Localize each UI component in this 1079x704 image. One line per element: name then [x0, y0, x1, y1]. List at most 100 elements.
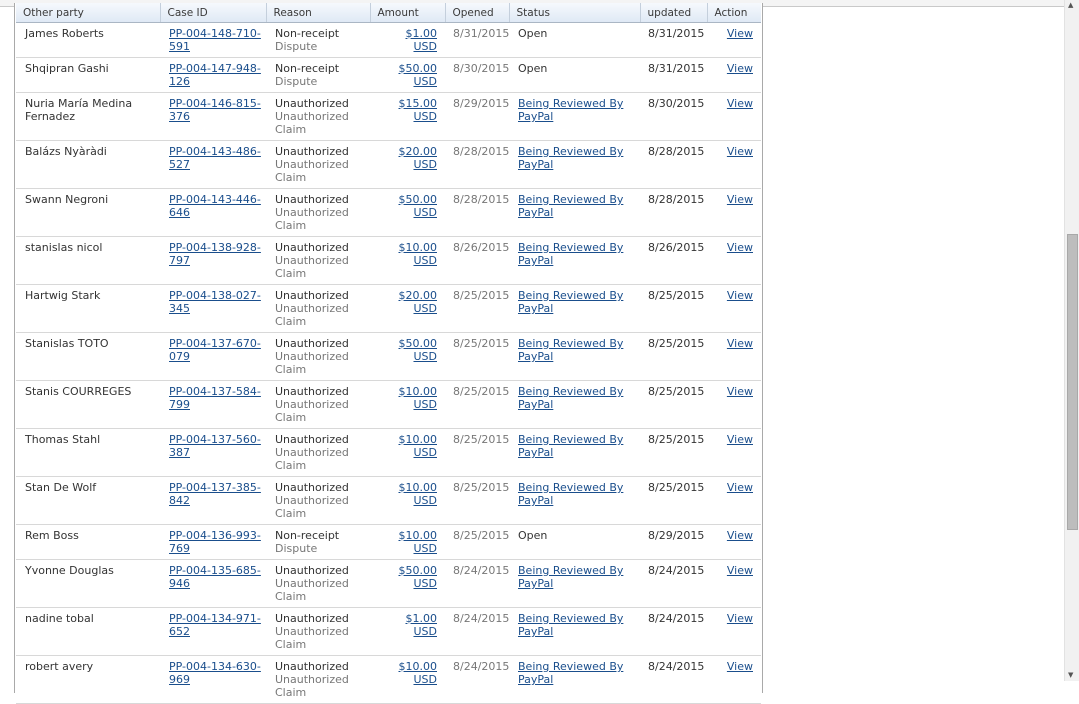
- amount-link[interactable]: $1.00 USD: [406, 27, 438, 53]
- amount-link[interactable]: $50.00 USD: [399, 193, 438, 219]
- reason-cell: Unauthorized Unauthorized Claim: [266, 188, 370, 237]
- case-id-link[interactable]: PP-004-136-993-769: [169, 529, 261, 555]
- column-header-case-id[interactable]: Case ID: [160, 3, 267, 23]
- other-party-cell: Swann Negroni: [16, 188, 160, 237]
- case-id-link[interactable]: PP-004-137-584-799: [169, 385, 261, 411]
- case-id-link[interactable]: PP-004-137-385-842: [169, 481, 261, 507]
- opened-date: 8/29/2015: [453, 97, 510, 110]
- other-party-cell: Balázs Nyàràdi: [16, 140, 160, 189]
- case-id-link[interactable]: PP-004-137-560-387: [169, 433, 261, 459]
- status-cell: Being Reviewed By PayPal: [509, 188, 640, 237]
- opened-date: 8/28/2015: [453, 145, 510, 158]
- action-cell: View: [707, 524, 761, 560]
- status-link[interactable]: Being Reviewed By PayPal: [518, 97, 623, 123]
- other-party-name: Thomas Stahl: [25, 433, 101, 446]
- amount-link[interactable]: $1.00 USD: [406, 612, 438, 638]
- column-header-updated[interactable]: updated: [640, 3, 708, 23]
- status-link[interactable]: Being Reviewed By PayPal: [518, 564, 623, 590]
- other-party-cell: nadine tobal: [16, 607, 160, 656]
- amount-link[interactable]: $10.00 USD: [399, 529, 438, 555]
- case-id-link[interactable]: PP-004-143-486-527: [169, 145, 261, 171]
- scrollbar-thumb[interactable]: [1067, 234, 1078, 530]
- amount-link[interactable]: $20.00 USD: [399, 145, 438, 171]
- case-id-cell: PP-004-138-027-345: [160, 284, 266, 333]
- status-link[interactable]: Being Reviewed By PayPal: [518, 241, 623, 267]
- other-party-name: Yvonne Douglas: [25, 564, 114, 577]
- opened-cell: 8/29/2015: [445, 92, 510, 141]
- amount-link[interactable]: $10.00 USD: [399, 385, 438, 411]
- reason-cell: Unauthorized Unauthorized Claim: [266, 655, 370, 704]
- arrow-down-icon[interactable]: ▼: [1068, 671, 1073, 679]
- case-id-link[interactable]: PP-004-146-815-376: [169, 97, 261, 123]
- amount-link[interactable]: $50.00 USD: [399, 62, 438, 88]
- view-link[interactable]: View: [727, 62, 753, 75]
- view-link[interactable]: View: [727, 612, 753, 625]
- case-id-link[interactable]: PP-004-135-685-946: [169, 564, 261, 590]
- reason-text: Unauthorized: [275, 241, 349, 254]
- view-link[interactable]: View: [727, 241, 753, 254]
- view-link[interactable]: View: [727, 289, 753, 302]
- vertical-scrollbar[interactable]: ▲ ▼: [1064, 0, 1079, 681]
- view-link[interactable]: View: [727, 433, 753, 446]
- updated-cell: 8/31/2015: [640, 22, 707, 58]
- status-link[interactable]: Being Reviewed By PayPal: [518, 385, 623, 411]
- amount-link[interactable]: $10.00 USD: [399, 481, 438, 507]
- view-link[interactable]: View: [727, 481, 753, 494]
- view-link[interactable]: View: [727, 97, 753, 110]
- updated-cell: 8/29/2015: [640, 524, 707, 560]
- column-header-amount[interactable]: Amount: [370, 3, 446, 23]
- opened-date: 8/24/2015: [453, 660, 510, 673]
- arrow-up-icon[interactable]: ▲: [1068, 1, 1073, 9]
- column-header-action[interactable]: Action: [707, 3, 761, 23]
- reason-cell: Unauthorized Unauthorized Claim: [266, 476, 370, 525]
- status-link[interactable]: Being Reviewed By PayPal: [518, 612, 623, 638]
- case-id-link[interactable]: PP-004-148-710-591: [169, 27, 261, 53]
- status-link[interactable]: Being Reviewed By PayPal: [518, 145, 623, 171]
- amount-link[interactable]: $20.00 USD: [399, 289, 438, 315]
- opened-date: 8/25/2015: [453, 529, 510, 542]
- table-row: Stanislas TOTO PP-004-137-670-079 Unauthor…: [16, 332, 761, 381]
- case-id-link[interactable]: PP-004-147-948-126: [169, 62, 261, 88]
- view-link[interactable]: View: [727, 145, 753, 158]
- case-id-cell: PP-004-135-685-946: [160, 559, 266, 608]
- opened-date: 8/25/2015: [453, 385, 510, 398]
- amount-link[interactable]: $10.00 USD: [399, 433, 438, 459]
- amount-link[interactable]: $50.00 USD: [399, 337, 438, 363]
- column-header-other-party[interactable]: Other party: [16, 3, 161, 23]
- status-cell: Being Reviewed By PayPal: [509, 428, 640, 477]
- reason-cell: Unauthorized Unauthorized Claim: [266, 236, 370, 285]
- column-header-opened[interactable]: Opened: [445, 3, 510, 23]
- case-id-link[interactable]: PP-004-143-446-646: [169, 193, 261, 219]
- status-cell: Being Reviewed By PayPal: [509, 140, 640, 189]
- status-link[interactable]: Being Reviewed By PayPal: [518, 481, 623, 507]
- case-id-link[interactable]: PP-004-134-630-969: [169, 660, 261, 686]
- status-link[interactable]: Being Reviewed By PayPal: [518, 660, 623, 686]
- view-link[interactable]: View: [727, 27, 753, 40]
- view-link[interactable]: View: [727, 193, 753, 206]
- case-id-link[interactable]: PP-004-138-928-797: [169, 241, 261, 267]
- view-link[interactable]: View: [727, 385, 753, 398]
- view-link[interactable]: View: [727, 564, 753, 577]
- reason-text: Non-receipt: [275, 27, 340, 40]
- case-id-link[interactable]: PP-004-134-971-652: [169, 612, 261, 638]
- view-link[interactable]: View: [727, 529, 753, 542]
- amount-link[interactable]: $10.00 USD: [399, 660, 438, 686]
- status-cell: Being Reviewed By PayPal: [509, 284, 640, 333]
- status-link[interactable]: Being Reviewed By PayPal: [518, 289, 623, 315]
- amount-link[interactable]: $10.00 USD: [399, 241, 438, 267]
- amount-link[interactable]: $50.00 USD: [399, 564, 438, 590]
- table-row: Balázs Nyàràdi PP-004-143-486-527 Unauthor…: [16, 140, 761, 189]
- other-party-cell: Thomas Stahl: [16, 428, 160, 477]
- status-link[interactable]: Being Reviewed By PayPal: [518, 433, 623, 459]
- case-id-link[interactable]: PP-004-137-670-079: [169, 337, 261, 363]
- status-link[interactable]: Being Reviewed By PayPal: [518, 337, 623, 363]
- status-link[interactable]: Being Reviewed By PayPal: [518, 193, 623, 219]
- column-header-status[interactable]: Status: [509, 3, 641, 23]
- view-link[interactable]: View: [727, 660, 753, 673]
- case-id-link[interactable]: PP-004-138-027-345: [169, 289, 261, 315]
- column-header-reason[interactable]: Reason: [266, 3, 371, 23]
- reason-subtext: Unauthorized Claim: [275, 206, 349, 232]
- view-link[interactable]: View: [727, 337, 753, 350]
- amount-link[interactable]: $15.00 USD: [399, 97, 438, 123]
- updated-date: 8/24/2015: [648, 564, 705, 577]
